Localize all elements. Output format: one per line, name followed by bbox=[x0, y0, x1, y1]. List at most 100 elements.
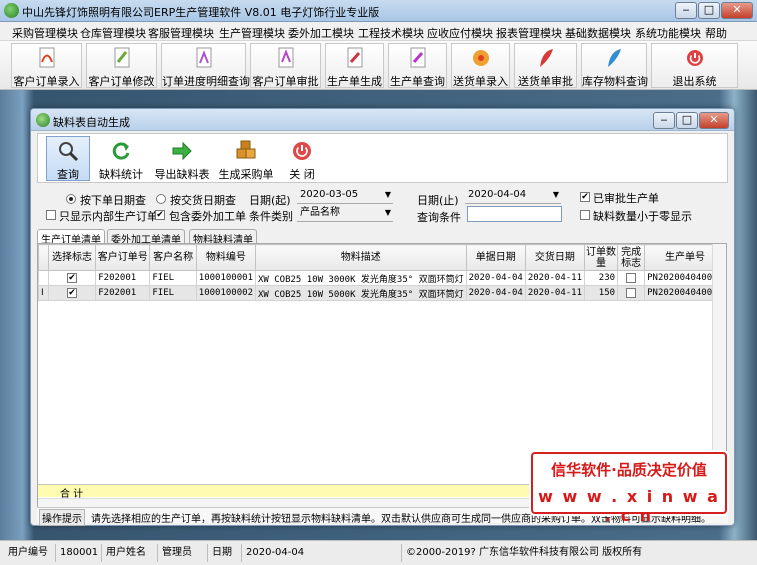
customer-order-approve-button[interactable]: 客户订单审批 bbox=[250, 43, 321, 88]
done-checkbox[interactable] bbox=[626, 272, 637, 283]
cell-material-code[interactable]: 1000100001 bbox=[195, 270, 256, 286]
cell-qty[interactable]: 230 bbox=[583, 270, 619, 286]
date-label: 日期 bbox=[208, 544, 242, 562]
menu-engineering[interactable]: 工程技术模块 bbox=[358, 25, 424, 41]
minimize-button[interactable]: ‒ bbox=[675, 2, 697, 19]
delivery-order-approve-button[interactable]: 送货单审批 bbox=[514, 43, 577, 88]
generate-purchase-order-button[interactable]: 生成采购单 bbox=[216, 136, 276, 181]
status-bar: 用户编号 180001 用户姓名 管理员 日期 2020-04-04 ©2000… bbox=[0, 540, 757, 565]
approved-checkbox[interactable]: ✔ bbox=[580, 192, 590, 202]
shortage-negative-checkbox[interactable] bbox=[580, 210, 590, 220]
chevron-down-icon: ▼ bbox=[384, 190, 391, 199]
cell-delivery-date[interactable]: 2020-04-11 bbox=[524, 285, 586, 301]
cell-delivery-date[interactable]: 2020-04-11 bbox=[524, 270, 586, 286]
col-done-flag[interactable]: 完成标志 bbox=[617, 244, 646, 271]
orders-table: 选择标志 客户订单号 客户名称 物料编号 物料描述 单据日期 交货日期 订单数量… bbox=[38, 244, 726, 301]
production-order-query-button[interactable]: 生产单查询 bbox=[388, 43, 447, 88]
menu-warehouse[interactable]: 仓库管理模块 bbox=[80, 25, 146, 41]
row-select-cell[interactable]: ✔ bbox=[47, 285, 97, 301]
row-select-checkbox[interactable]: ✔ bbox=[67, 272, 78, 283]
internal-only-checkbox[interactable] bbox=[46, 210, 56, 220]
done-checkbox[interactable] bbox=[626, 287, 637, 298]
production-order-generate-button[interactable]: 生产单生成 bbox=[325, 43, 384, 88]
col-order-qty[interactable]: 订单数量 bbox=[583, 244, 619, 271]
boxes-icon bbox=[236, 140, 256, 159]
col-delivery-date[interactable]: 交货日期 bbox=[524, 244, 586, 271]
cell-customer[interactable]: FIEL bbox=[149, 285, 197, 301]
date-start-picker[interactable]: 2020-03-05 ▼ bbox=[297, 188, 393, 204]
cell-material-code[interactable]: 1000100002 bbox=[195, 285, 256, 301]
tab-outsource-orders[interactable]: 委外加工单清单 bbox=[107, 229, 185, 246]
menu-reports[interactable]: 报表管理模块 bbox=[496, 25, 562, 41]
arrow-right-icon bbox=[172, 141, 192, 161]
cell-customer[interactable]: FIEL bbox=[149, 270, 197, 286]
cell-doc-date[interactable]: 2020-04-04 bbox=[465, 285, 526, 301]
cell-order-no[interactable]: F202001 bbox=[95, 270, 151, 286]
radio-delivery-date-label: 按交货日期查 bbox=[170, 194, 236, 207]
cell-done[interactable] bbox=[617, 285, 646, 301]
order-progress-query-button[interactable]: 订单进度明细查询 bbox=[161, 43, 250, 88]
maximize-button[interactable]: □ bbox=[698, 2, 720, 19]
window-maximize-button[interactable]: □ bbox=[676, 112, 698, 129]
tab-material-shortage[interactable]: 物料缺料清单 bbox=[189, 229, 257, 246]
table-row[interactable]: ✔ F202001 FIEL 1000100001 XW COB25 10W 3… bbox=[38, 270, 726, 286]
window-minimize-button[interactable]: ‒ bbox=[653, 112, 675, 129]
col-customer-order-no[interactable]: 客户订单号 bbox=[95, 244, 151, 271]
menu-receivable-payable[interactable]: 应收应付模块 bbox=[427, 25, 493, 41]
window-toolbar: 查询 缺料统计 导出缺料表 生成采购单 关 闭 bbox=[37, 133, 728, 183]
cell-doc-date[interactable]: 2020-04-04 bbox=[465, 270, 526, 286]
close-button[interactable]: ✕ bbox=[721, 2, 753, 19]
customer-order-edit-button[interactable]: 客户订单修改 bbox=[86, 43, 157, 88]
radio-order-date-label: 按下单日期查 bbox=[80, 194, 146, 207]
cell-order-no[interactable]: F202001 bbox=[95, 285, 151, 301]
cell-done[interactable] bbox=[617, 270, 646, 286]
exit-icon bbox=[686, 50, 703, 66]
inventory-query-button[interactable]: 库存物料查询 bbox=[581, 43, 648, 88]
include-outsource-checkbox[interactable]: ✔ bbox=[155, 210, 165, 220]
table-row[interactable]: I ✔ F202001 FIEL 1000100002 XW COB25 10W… bbox=[38, 285, 726, 301]
col-select[interactable]: 选择标志 bbox=[47, 244, 97, 271]
menu-base-data[interactable]: 基础数据模块 bbox=[565, 25, 631, 41]
window-title: 缺料表自动生成 bbox=[53, 116, 130, 129]
export-shortage-button[interactable]: 导出缺料表 bbox=[152, 136, 212, 181]
menu-system[interactable]: 系统功能模块 bbox=[635, 25, 701, 41]
approve-document-icon bbox=[278, 47, 293, 68]
radio-delivery-date[interactable] bbox=[156, 194, 166, 204]
row-indicator-header bbox=[38, 244, 49, 271]
menu-purchase[interactable]: 采购管理模块 bbox=[12, 25, 78, 41]
query-document-icon bbox=[410, 47, 425, 68]
menu-bar: 采购管理模块 仓库管理模块 客服管理模块 生产管理模块 委外加工模块 工程技术模… bbox=[0, 22, 757, 41]
shortage-stats-button[interactable]: 缺料统计 bbox=[95, 136, 147, 181]
cell-material-desc[interactable]: XW COB25 10W 3000K 发光角度35° 双面环筒灯 bbox=[254, 270, 467, 286]
col-doc-date[interactable]: 单据日期 bbox=[465, 244, 526, 271]
col-customer-name[interactable]: 客户名称 bbox=[149, 244, 197, 271]
chevron-down-icon: ▼ bbox=[384, 208, 391, 217]
date-end-picker[interactable]: 2020-04-04 ▼ bbox=[465, 188, 561, 204]
exit-system-button[interactable]: 退出系统 bbox=[651, 43, 738, 88]
close-window-button[interactable]: 关 闭 bbox=[282, 136, 322, 181]
radio-order-date[interactable] bbox=[66, 194, 76, 204]
copyright: ©2000-2019? 广东信华软件科技有限公司 版权所有 bbox=[406, 547, 643, 558]
approved-label: 已审批生产单 bbox=[593, 192, 659, 205]
col-material-code[interactable]: 物料编号 bbox=[195, 244, 256, 271]
pdf-document-icon bbox=[39, 47, 54, 68]
chevron-down-icon: ▼ bbox=[552, 190, 559, 199]
cell-material-desc[interactable]: XW COB25 10W 5000K 发光角度35° 双面环筒灯 bbox=[254, 285, 467, 301]
cell-qty[interactable]: 150 bbox=[583, 285, 619, 301]
delivery-order-entry-button[interactable]: 送货单录入 bbox=[451, 43, 510, 88]
condition-input[interactable] bbox=[467, 206, 562, 222]
menu-production[interactable]: 生产管理模块 bbox=[219, 25, 285, 41]
query-button[interactable]: 查询 bbox=[46, 136, 90, 181]
date-end-label: 日期(止) bbox=[417, 194, 459, 207]
row-select-cell[interactable]: ✔ bbox=[47, 270, 97, 286]
condition-type-select[interactable]: 产品名称 ▼ bbox=[297, 206, 393, 222]
menu-customer-service[interactable]: 客服管理模块 bbox=[148, 25, 214, 41]
customer-order-entry-button[interactable]: 客户订单录入 bbox=[11, 43, 82, 88]
magnifier-icon bbox=[59, 142, 79, 162]
row-select-checkbox[interactable]: ✔ bbox=[67, 287, 78, 298]
menu-help[interactable]: 帮助 bbox=[705, 25, 727, 41]
include-outsource-label: 包含委外加工单 bbox=[169, 210, 246, 223]
menu-outsourcing[interactable]: 委外加工模块 bbox=[288, 25, 354, 41]
window-close-button[interactable]: ✕ bbox=[699, 112, 729, 129]
col-material-desc[interactable]: 物料描述 bbox=[254, 244, 467, 271]
